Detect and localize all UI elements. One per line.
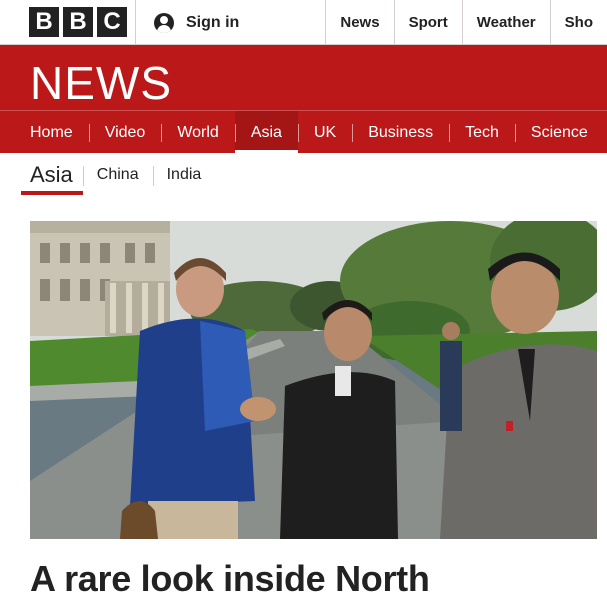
- nav-world[interactable]: World: [161, 111, 235, 154]
- section-sub-nav: Asia China India: [21, 155, 215, 195]
- top-nav-sport[interactable]: Sport: [393, 0, 462, 45]
- top-nav-news[interactable]: News: [325, 0, 393, 45]
- top-nav-weather[interactable]: Weather: [461, 0, 550, 45]
- subnav-india[interactable]: India: [152, 166, 216, 186]
- bbc-logo-letter: C: [97, 7, 127, 37]
- bbc-top-nav: News Sport Weather Sho: [325, 0, 607, 45]
- nav-business[interactable]: Business: [352, 111, 449, 154]
- sign-in-link[interactable]: Sign in: [135, 0, 325, 45]
- bbc-logo[interactable]: B B C: [29, 7, 127, 37]
- subnav-current-asia[interactable]: Asia: [21, 155, 83, 195]
- user-icon: [154, 12, 174, 33]
- nav-home[interactable]: Home: [14, 111, 89, 154]
- sign-in-label: Sign in: [186, 13, 240, 31]
- bbc-logo-letter: B: [29, 7, 59, 37]
- hero-photo-illustration: [30, 221, 597, 539]
- article-hero-image[interactable]: [30, 221, 597, 539]
- nav-video[interactable]: Video: [88, 111, 162, 154]
- nav-asia[interactable]: Asia: [234, 110, 299, 154]
- top-nav-shop[interactable]: Sho: [549, 0, 607, 45]
- nav-science[interactable]: Science: [514, 111, 604, 154]
- nav-uk[interactable]: UK: [297, 111, 352, 154]
- bbc-logo-letter: B: [63, 7, 93, 37]
- subnav-china[interactable]: China: [82, 166, 153, 186]
- article-headline[interactable]: A rare look inside North: [30, 558, 430, 600]
- nav-tech[interactable]: Tech: [449, 111, 515, 154]
- news-header: NEWS Home Video World Asia UK Business T…: [0, 45, 607, 154]
- bbc-top-bar: B B C Sign in News Sport Weather Sho: [0, 0, 607, 45]
- news-main-nav: Home Video World Asia UK Business Tech S…: [0, 110, 607, 154]
- news-title[interactable]: NEWS: [30, 56, 172, 110]
